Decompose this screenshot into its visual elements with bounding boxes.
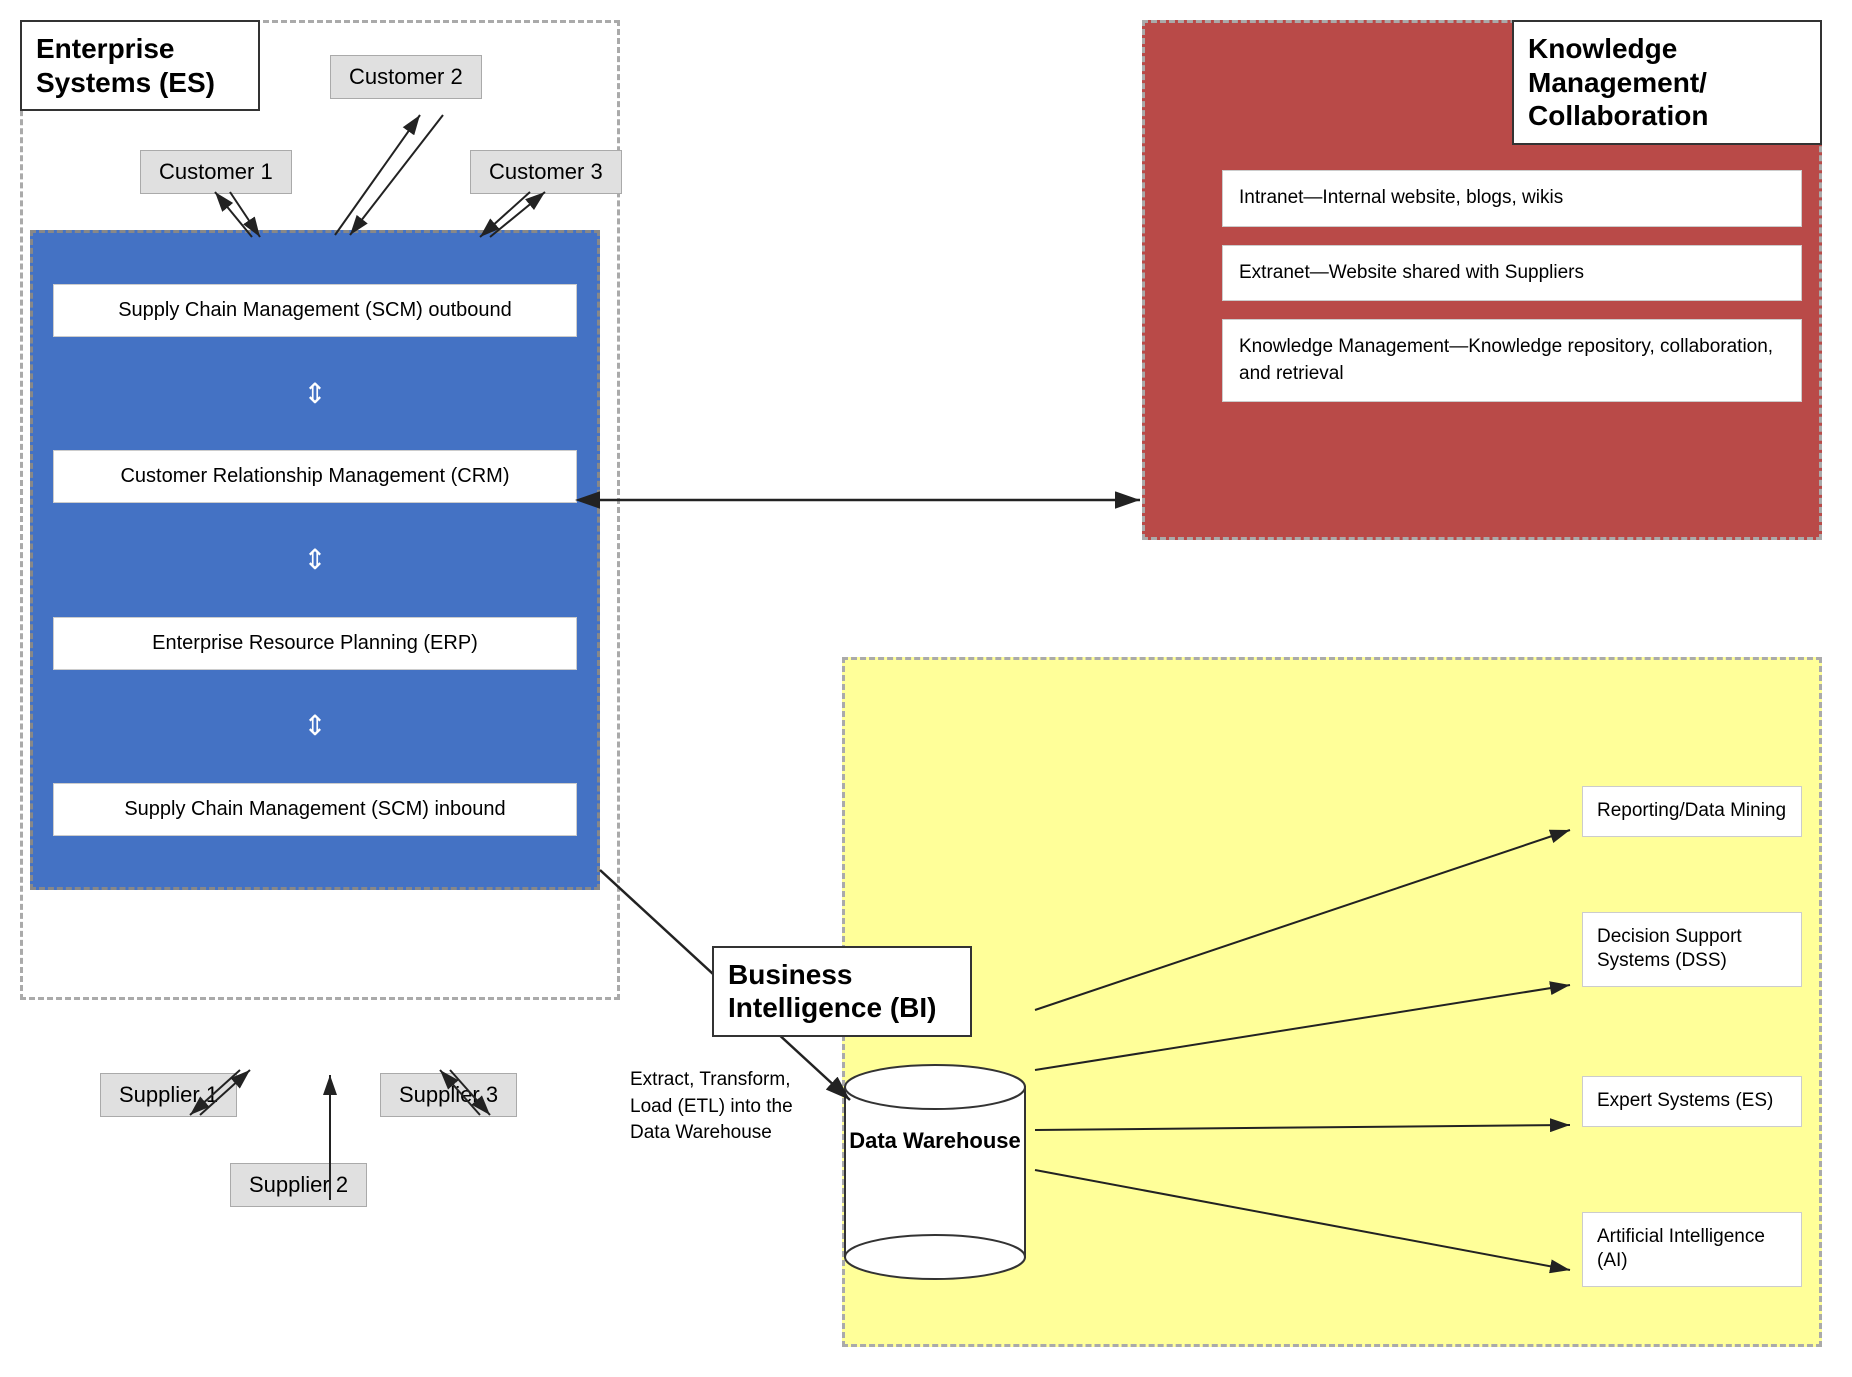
customer-3-box: Customer 3 xyxy=(470,150,622,194)
extranet-box: Extranet—Website shared with Suppliers xyxy=(1222,245,1802,302)
es-title: Enterprise Systems (ES) xyxy=(36,33,215,98)
km-title: Knowledge Management/ Collaboration xyxy=(1528,33,1708,131)
bi-title: Business Intelligence (BI) xyxy=(728,959,936,1024)
dw-label: Data Warehouse xyxy=(849,1128,1021,1153)
ai-box: Artificial Intelligence (AI) xyxy=(1582,1212,1802,1287)
customer-2-box: Customer 2 xyxy=(330,55,482,99)
supplier-1-box: Supplier 1 xyxy=(100,1073,237,1117)
es-title-box: Enterprise Systems (ES) xyxy=(20,20,260,111)
data-warehouse-cylinder: Data Warehouse xyxy=(840,1047,1030,1287)
arrow-crm-erp: ⇕ xyxy=(303,546,326,574)
bi-title-box: Business Intelligence (BI) xyxy=(712,946,972,1037)
supplier-3-box: Supplier 3 xyxy=(380,1073,517,1117)
arrow-scm-out-crm: ⇕ xyxy=(303,380,326,408)
erp-box: Enterprise Resource Planning (ERP) xyxy=(53,617,577,670)
km-item-box: Knowledge Management—Knowledge repositor… xyxy=(1222,319,1802,402)
scm-outbound-box: Supply Chain Management (SCM) outbound xyxy=(53,284,577,337)
reporting-box: Reporting/Data Mining xyxy=(1582,786,1802,837)
customer-1-box: Customer 1 xyxy=(140,150,292,194)
intranet-box: Intranet—Internal website, blogs, wikis xyxy=(1222,170,1802,227)
diagram-container: Enterprise Systems (ES) Customer 2 Custo… xyxy=(0,0,1852,1377)
dss-box: Decision Support Systems (DSS) xyxy=(1582,912,1802,987)
es-item-box: Expert Systems (ES) xyxy=(1582,1076,1802,1127)
km-items-area: Intranet—Internal website, blogs, wikis … xyxy=(1222,170,1802,402)
scm-inbound-box: Supply Chain Management (SCM) inbound xyxy=(53,783,577,836)
supplier-2-box: Supplier 2 xyxy=(230,1163,367,1207)
km-title-box: Knowledge Management/ Collaboration xyxy=(1512,20,1822,145)
crm-box: Customer Relationship Management (CRM) xyxy=(53,450,577,503)
arrow-erp-scm-in: ⇕ xyxy=(303,712,326,740)
etl-label: Extract, Transform, Load (ETL) into the … xyxy=(630,1067,830,1147)
es-blue-box: Supply Chain Management (SCM) outbound ⇕… xyxy=(30,230,600,890)
